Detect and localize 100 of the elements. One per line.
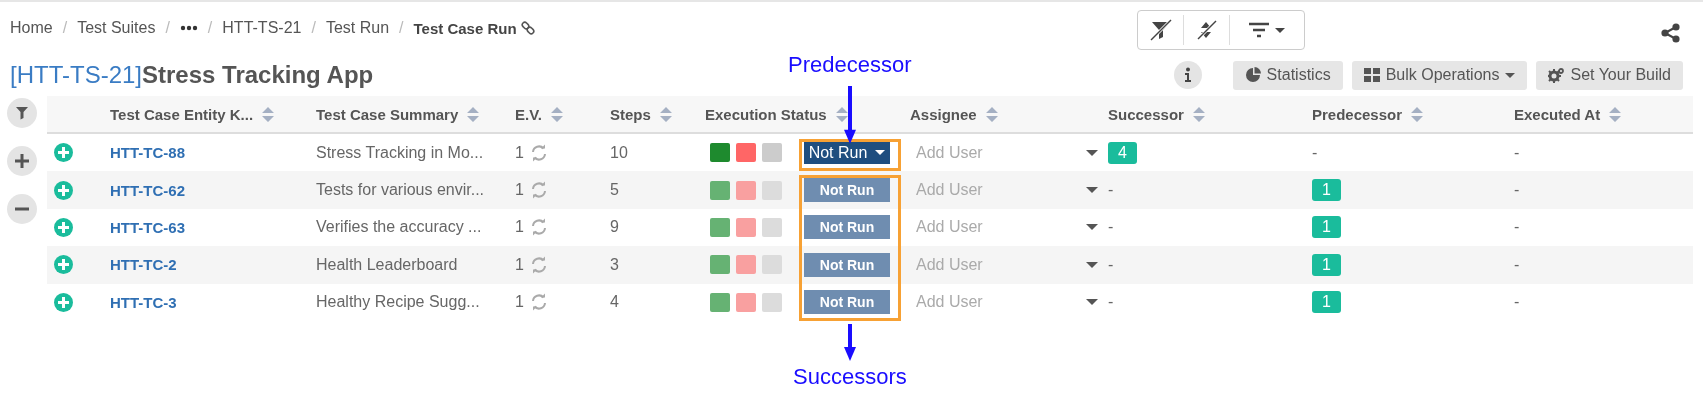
info-icon[interactable] xyxy=(1173,61,1202,89)
expand-all-button[interactable] xyxy=(7,146,37,176)
link-icon[interactable] xyxy=(520,21,535,35)
filter-lines-icon xyxy=(1247,20,1287,40)
status-swatch[interactable] xyxy=(710,255,730,275)
table-cell: - xyxy=(1108,181,1114,200)
caret-icon xyxy=(875,150,886,156)
test-case-link[interactable]: HTT-TC-62 xyxy=(110,181,185,199)
test-case-link[interactable]: HTT-TC-63 xyxy=(110,218,185,236)
status-swatch[interactable] xyxy=(710,217,730,237)
column-header[interactable]: Assignee xyxy=(910,105,977,123)
add-circle-icon[interactable] xyxy=(54,217,73,237)
table-cell: - xyxy=(1514,218,1520,237)
breadcrumb-separator: / xyxy=(62,19,68,37)
status-dropdown[interactable]: Not Run xyxy=(804,141,890,164)
breadcrumb-current: Test Case Run xyxy=(413,19,517,37)
arrow xyxy=(844,86,856,144)
test-case-link[interactable]: HTT-TC-88 xyxy=(110,144,185,162)
add-circle-icon[interactable] xyxy=(54,292,73,312)
annotation-label: Successors xyxy=(793,364,907,391)
status-swatch[interactable] xyxy=(762,180,782,200)
table-cell: 9 xyxy=(610,218,619,237)
test-case-link[interactable]: HTT-TC-3 xyxy=(110,293,177,311)
breadcrumb-link[interactable]: Test Suites xyxy=(77,19,156,37)
add-circle-icon[interactable] xyxy=(54,143,73,163)
status-swatch[interactable] xyxy=(736,180,756,200)
status-swatch[interactable] xyxy=(736,292,756,312)
caret-icon[interactable] xyxy=(1086,299,1098,306)
bulk-button[interactable]: Bulk Operations xyxy=(1351,60,1528,90)
table-cell: 1 xyxy=(515,293,524,312)
sort-icon[interactable] xyxy=(1192,106,1205,122)
caret-icon[interactable] xyxy=(1086,187,1098,194)
sort-icon[interactable] xyxy=(467,106,480,122)
test-case-link[interactable]: HTT-TC-2 xyxy=(110,256,177,274)
caret-icon[interactable] xyxy=(1086,149,1098,156)
refresh-icon[interactable] xyxy=(529,218,548,237)
refresh-icon[interactable] xyxy=(529,293,548,312)
refresh-icon[interactable] xyxy=(529,255,548,274)
filter-icon xyxy=(15,106,29,120)
sort-icon[interactable] xyxy=(262,106,275,122)
pie-chart-icon xyxy=(1244,67,1261,83)
sort-icon[interactable] xyxy=(1411,106,1424,122)
build-button[interactable]: Set Your Build xyxy=(1536,60,1683,90)
add-circle-icon[interactable] xyxy=(54,180,73,200)
grid-icon xyxy=(1363,67,1380,83)
table-cell: 10 xyxy=(610,143,628,162)
status-swatch[interactable] xyxy=(762,292,782,312)
table-cell: 1 xyxy=(515,255,524,274)
status-dropdown[interactable]: Not Run xyxy=(804,290,890,315)
refresh-icon[interactable] xyxy=(529,181,548,200)
status-swatch[interactable] xyxy=(710,292,730,312)
more-icon[interactable] xyxy=(179,24,198,32)
breadcrumb-link[interactable]: Test Run xyxy=(325,19,390,37)
table-cell: 5 xyxy=(610,181,619,200)
gears-icon xyxy=(1548,67,1565,83)
column-header[interactable]: Steps xyxy=(610,105,651,123)
statistics-button[interactable]: Statistics xyxy=(1232,60,1343,90)
add-circle-icon[interactable] xyxy=(54,255,73,275)
status-swatch[interactable] xyxy=(762,217,782,237)
sort-icon[interactable] xyxy=(985,106,998,122)
status-swatch[interactable] xyxy=(710,180,730,200)
column-header[interactable]: Successor xyxy=(1108,105,1184,123)
refresh-icon[interactable] xyxy=(529,143,548,162)
status-swatch[interactable] xyxy=(736,255,756,275)
plus-icon xyxy=(15,154,29,168)
table-cell: - xyxy=(1514,293,1520,312)
table-cell: 1 xyxy=(515,143,524,162)
caret-icon[interactable] xyxy=(1086,261,1098,268)
table-cell: - xyxy=(1312,143,1318,162)
breadcrumb-link[interactable]: HTT-TS-21 xyxy=(222,19,302,37)
status-dropdown[interactable]: Not Run xyxy=(804,215,890,240)
table-cell: 1 xyxy=(515,218,524,237)
table-cell: - xyxy=(1514,255,1520,274)
table-cell: - xyxy=(1108,255,1114,274)
share-icon[interactable] xyxy=(1661,23,1681,43)
status-swatch[interactable] xyxy=(736,143,756,163)
sort-icon[interactable] xyxy=(659,106,672,122)
status-swatch[interactable] xyxy=(762,255,782,275)
status-swatch[interactable] xyxy=(762,143,782,163)
breadcrumb-link[interactable]: Home xyxy=(10,19,53,37)
page-title: [HTT-TS-21]Stress Tracking App xyxy=(9,61,374,89)
sort-icon[interactable] xyxy=(835,106,848,122)
column-header[interactable]: E.V. xyxy=(515,105,542,123)
column-header[interactable]: Executed At xyxy=(1514,105,1601,123)
sort-off-icon xyxy=(1194,18,1219,42)
caret-icon[interactable] xyxy=(1086,224,1098,231)
column-header[interactable]: Test Case Entity K... xyxy=(110,105,254,123)
status-dropdown[interactable]: Not Run xyxy=(804,178,890,203)
sort-icon[interactable] xyxy=(550,106,563,122)
column-header[interactable]: Execution Status xyxy=(705,105,827,123)
column-header[interactable]: Test Case Summary xyxy=(316,105,459,123)
filter-button[interactable] xyxy=(7,98,37,128)
status-dropdown[interactable]: Not Run xyxy=(804,252,890,277)
sort-icon[interactable] xyxy=(1609,106,1622,122)
table-cell: - xyxy=(1514,181,1520,200)
status-swatch[interactable] xyxy=(736,217,756,237)
column-header[interactable]: Predecessor xyxy=(1312,105,1403,123)
status-swatch[interactable] xyxy=(710,143,730,163)
table-cell: Stress Tracking in Mo... xyxy=(316,143,484,162)
collapse-all-button[interactable] xyxy=(7,194,37,224)
